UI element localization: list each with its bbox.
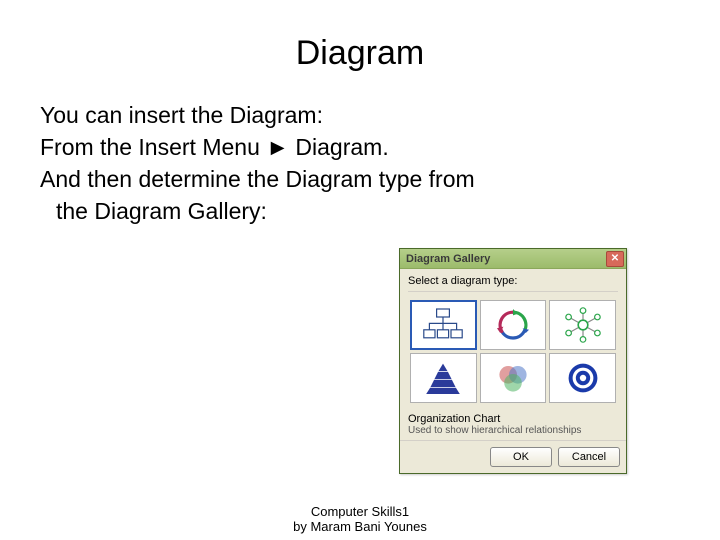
- dialog-buttons: OK Cancel: [400, 440, 626, 473]
- body-line: the Diagram Gallery:: [40, 197, 680, 227]
- cycle-icon: [489, 305, 537, 345]
- radial-icon: [559, 305, 607, 345]
- selection-detail: Used to show hierarchical relationships: [408, 425, 618, 436]
- tile-radial-diagram[interactable]: [549, 300, 616, 350]
- page-title: Diagram: [40, 34, 680, 73]
- diagram-type-grid: [408, 296, 618, 407]
- tile-cycle-diagram[interactable]: [480, 300, 547, 350]
- diagram-gallery-dialog: Diagram Gallery ✕ Select a diagram type:: [399, 248, 627, 474]
- selection-name: Organization Chart: [408, 413, 618, 425]
- dialog-titlebar[interactable]: Diagram Gallery ✕: [400, 249, 626, 269]
- venn-icon: [489, 358, 537, 398]
- body-line: You can insert the Diagram:: [40, 101, 680, 131]
- close-icon: ✕: [611, 253, 619, 264]
- org-chart-icon: [419, 305, 467, 345]
- tile-organization-chart[interactable]: [410, 300, 477, 350]
- target-icon: [559, 358, 607, 398]
- cancel-button[interactable]: Cancel: [558, 447, 620, 467]
- selection-description: Organization Chart Used to show hierarch…: [408, 413, 618, 436]
- tile-venn-diagram[interactable]: [480, 353, 547, 403]
- pyramid-icon: [419, 358, 467, 398]
- body-line: And then determine the Diagram type from: [40, 165, 680, 195]
- footer: Computer Skills1 by Maram Bani Younes: [0, 504, 720, 534]
- body-text: You can insert the Diagram: From the Ins…: [40, 101, 680, 227]
- dialog-prompt: Select a diagram type:: [408, 275, 618, 292]
- body-line: From the Insert Menu ► Diagram.: [40, 133, 680, 163]
- dialog-title: Diagram Gallery: [406, 253, 606, 265]
- close-button[interactable]: ✕: [606, 251, 624, 267]
- tile-pyramid-diagram[interactable]: [410, 353, 477, 403]
- ok-button[interactable]: OK: [490, 447, 552, 467]
- footer-line: by Maram Bani Younes: [0, 519, 720, 534]
- footer-line: Computer Skills1: [0, 504, 720, 519]
- tile-target-diagram[interactable]: [549, 353, 616, 403]
